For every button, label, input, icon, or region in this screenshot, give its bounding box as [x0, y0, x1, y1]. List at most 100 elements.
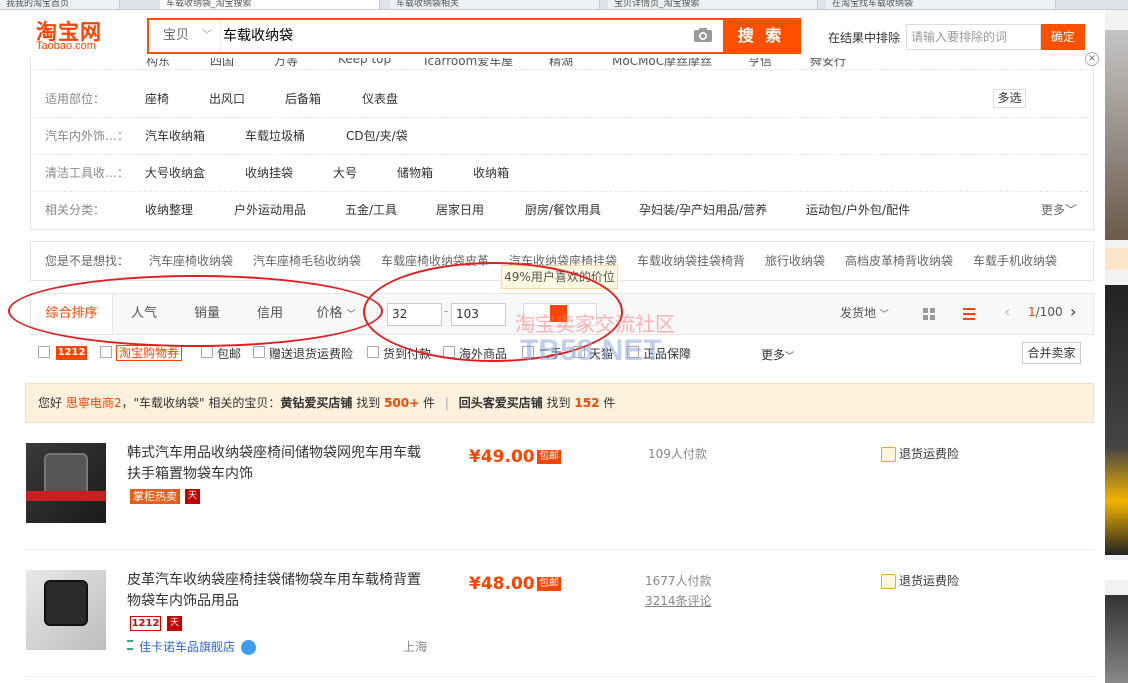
- search-button[interactable]: 搜 索: [723, 20, 799, 52]
- brand-item[interactable]: Keep top: [338, 58, 391, 66]
- page-indicator: 1/100: [1028, 305, 1063, 319]
- filter-row-position: 适用部位： 座椅 出风口 后备箱 仪表盘: [34, 81, 1088, 118]
- filter-item[interactable]: 收纳整理: [145, 192, 193, 229]
- filter-item[interactable]: 车载垃圾桶: [245, 118, 305, 155]
- filter-item[interactable]: 大号: [333, 155, 357, 192]
- browser-tab[interactable]: 我我的淘宝首页: [0, 0, 120, 9]
- wangwang-icon[interactable]: [241, 640, 256, 655]
- tmall-icon: 天: [167, 616, 182, 631]
- suggestion-link[interactable]: 旅行收纳袋: [765, 242, 825, 280]
- chevron-down-icon: ﹀: [785, 352, 795, 362]
- filter-item[interactable]: 居家日用: [436, 192, 484, 229]
- options-more-button[interactable]: 更多﹀: [761, 346, 794, 363]
- close-icon[interactable]: ×: [1085, 52, 1099, 66]
- search-input[interactable]: 车载收纳袋: [221, 20, 691, 52]
- filter-item[interactable]: 收纳挂袋: [245, 155, 293, 192]
- brand-item[interactable]: 舜安行: [810, 58, 846, 69]
- filter-label: 汽车内外饰…：: [45, 129, 130, 143]
- product-image[interactable]: [26, 570, 106, 650]
- suggestion-link[interactable]: 车载手机收纳袋: [973, 242, 1057, 280]
- chevron-down-icon: ﹀: [202, 30, 212, 41]
- brand-item[interactable]: 万等: [274, 58, 298, 69]
- ad-image[interactable]: [1105, 30, 1128, 240]
- exclude-label: 在结果中排除: [828, 31, 901, 45]
- notice-shop1[interactable]: 黄钻爱买店铺: [280, 396, 352, 410]
- filter-item[interactable]: 收纳箱: [473, 155, 509, 192]
- filter-item[interactable]: 运动包/户外包/配件: [806, 192, 910, 229]
- product-review-link[interactable]: 3214条评论: [645, 592, 712, 609]
- ad-image[interactable]: [1105, 560, 1128, 580]
- page-next-icon[interactable]: ›: [1070, 302, 1076, 321]
- ad-image[interactable]: [1105, 595, 1128, 683]
- product-title[interactable]: 韩式汽车用品收纳袋座椅间储物袋网兜车用车载扶手箱置物袋车内饰: [127, 443, 432, 485]
- filter-item[interactable]: 五金/工具: [345, 192, 397, 229]
- brand-item[interactable]: 精湖: [549, 58, 573, 69]
- filter-item[interactable]: 出风口: [209, 81, 245, 118]
- brand-item[interactable]: 构东: [146, 58, 170, 69]
- filter-item[interactable]: 仪表盘: [362, 81, 398, 118]
- filter-item[interactable]: 储物箱: [397, 155, 433, 192]
- filter-row-related: 相关分类： 收纳整理 户外运动用品 五金/工具 居家日用 厨房/餐饮用具 孕妇装…: [34, 192, 1088, 229]
- product-title[interactable]: 皮革汽车收纳袋座椅挂袋储物袋车用车载椅背置物袋车内饰品用品: [127, 570, 432, 612]
- brand-item[interactable]: 四国: [210, 58, 234, 69]
- suggestion-link[interactable]: 车载收纳袋挂袋椅背: [637, 242, 745, 280]
- brand-item[interactable]: 亨信: [748, 58, 772, 69]
- notice-user[interactable]: 思寧电商2: [66, 396, 122, 410]
- notice-shop2[interactable]: 回头客爱买店铺: [459, 396, 543, 410]
- product-paid-count: 109人付款: [648, 447, 707, 461]
- ad-image[interactable]: [1105, 248, 1128, 270]
- camera-icon[interactable]: [693, 27, 713, 43]
- filter-item[interactable]: 大号收纳盒: [145, 155, 205, 192]
- product-tag: 掌柜热卖: [130, 489, 180, 504]
- filter-item[interactable]: 户外运动用品: [234, 192, 306, 229]
- checkbox-cod[interactable]: [367, 346, 379, 358]
- checkbox-free-shipping[interactable]: [201, 346, 213, 358]
- exclude-confirm-button[interactable]: 确定: [1041, 24, 1085, 50]
- brand-item[interactable]: MoCMoC摩丝摩丝: [612, 58, 712, 69]
- checkbox-coupon[interactable]: [100, 346, 112, 358]
- divider: [25, 676, 1094, 677]
- suggestion-link[interactable]: 汽车座椅毛毡收纳袋: [253, 242, 361, 280]
- free-shipping-badge: 包邮: [537, 450, 561, 464]
- product-price: ¥48.00: [469, 574, 535, 594]
- filter-more-button[interactable]: 更多﹀: [1041, 201, 1077, 218]
- page-prev-icon[interactable]: ‹: [1004, 302, 1010, 321]
- more-label: 更多: [761, 348, 786, 362]
- ship-from-select[interactable]: 发货地 ﹀: [840, 304, 889, 321]
- multi-select-button[interactable]: 多选: [993, 89, 1026, 108]
- page-current: 1: [1028, 305, 1036, 319]
- product-price: ¥49.00: [469, 447, 535, 467]
- browser-tab[interactable]: 在淘宝找车载收纳袋: [826, 0, 1056, 9]
- exclude-input[interactable]: 请输入要排除的词: [906, 24, 1041, 50]
- grid-view-icon[interactable]: [922, 307, 936, 321]
- filter-label: 相关分类：: [45, 203, 106, 217]
- merge-sellers-button[interactable]: 合并卖家: [1022, 342, 1081, 364]
- filter-item[interactable]: 后备箱: [285, 81, 321, 118]
- search-category-select[interactable]: 宝贝 ﹀: [149, 20, 221, 52]
- product-image[interactable]: [26, 443, 106, 523]
- ship-from-label: 发货地: [840, 306, 877, 320]
- shop-link[interactable]: 佳卡诺车品旗舰店: [139, 638, 235, 655]
- notice-bar: 您好 思寧电商2，"车载收纳袋" 相关的宝贝：黄钻爱买店铺 找到 500+ 件 …: [25, 383, 1094, 423]
- browser-tab[interactable]: 车载收纳袋相关: [390, 0, 600, 9]
- brand-item[interactable]: Icarroom爱车屋: [424, 58, 513, 69]
- notice-found: 找到: [356, 396, 381, 410]
- filter-item[interactable]: CD包/夹/袋: [346, 118, 408, 155]
- filter-item[interactable]: 孕妇装/孕产妇用品/营养: [639, 192, 767, 229]
- taobao-logo-en[interactable]: Taobao.com: [36, 40, 96, 52]
- option-label: 赠送退货运费险: [269, 347, 354, 361]
- ad-image[interactable]: [1105, 285, 1128, 555]
- notice-text: ，"车载收纳袋" 相关的宝贝：: [121, 396, 281, 410]
- filter-item[interactable]: 厨房/餐饮用具: [525, 192, 601, 229]
- browser-tab-active[interactable]: 车载收纳袋_淘宝搜索: [160, 0, 380, 9]
- browser-tab[interactable]: 宝贝详情页_淘宝搜索: [608, 0, 818, 9]
- filter-item[interactable]: 汽车收纳箱: [145, 118, 205, 155]
- checkbox-return-insurance[interactable]: [253, 346, 265, 358]
- notice-found: 找到: [546, 396, 571, 410]
- suggestion-link[interactable]: 高档皮革椅背收纳袋: [845, 242, 953, 280]
- filter-item[interactable]: 座椅: [145, 81, 169, 118]
- checkbox-1212[interactable]: [38, 346, 50, 358]
- return-insurance-label: 退货运费险: [899, 447, 960, 461]
- more-label: 更多: [1041, 203, 1066, 217]
- list-view-icon[interactable]: [962, 307, 976, 321]
